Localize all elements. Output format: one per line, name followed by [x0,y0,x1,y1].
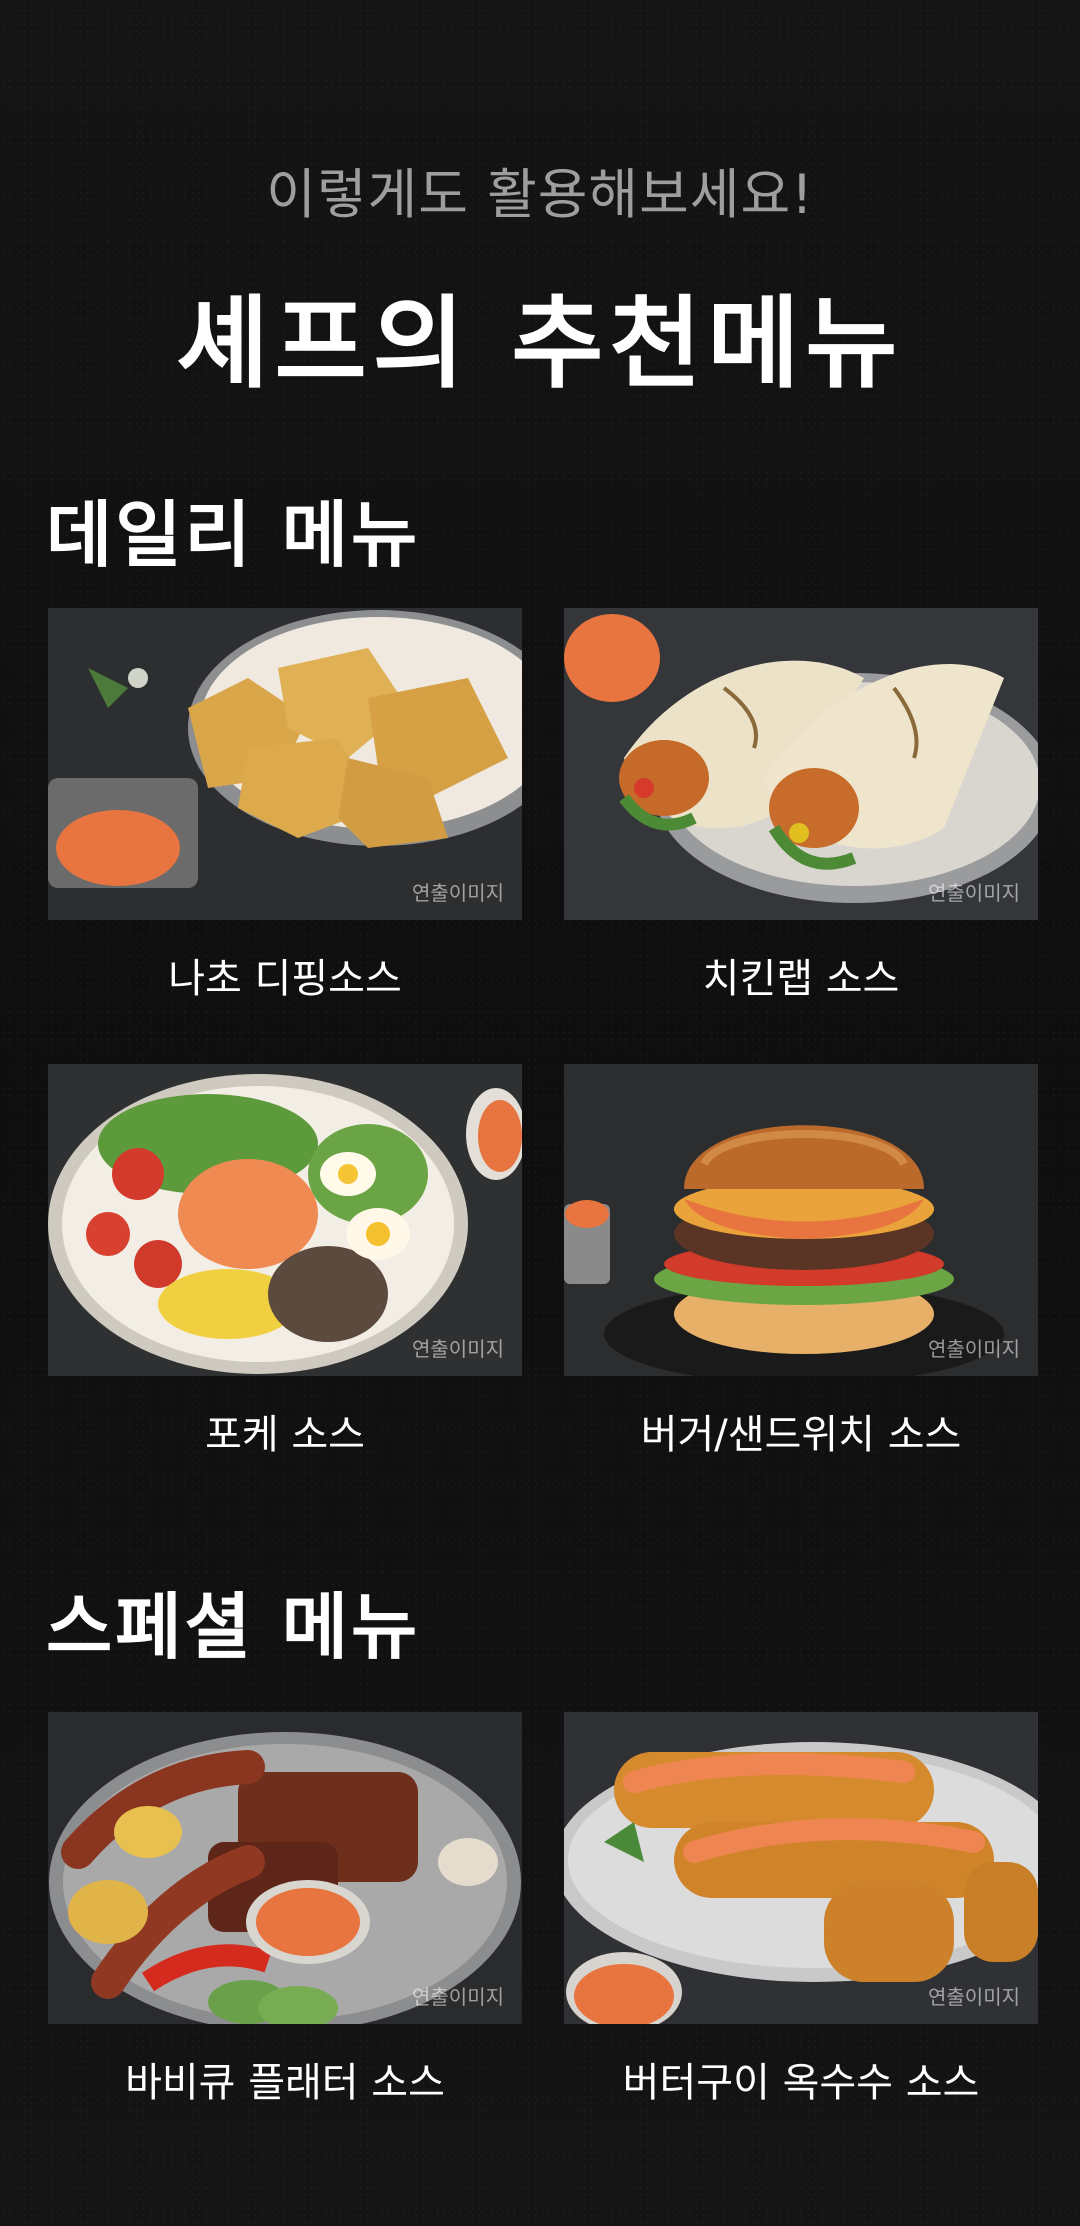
watermark: 연출이미지 [412,1985,504,2009]
watermark: 연출이미지 [928,1337,1020,1361]
poke-photo: 연출이미지 [48,1064,522,1376]
menu-card-nacho: 연출이미지 나초 디핑소스 [48,608,522,1004]
chicken-wrap-caption: 치킨랩 소스 [702,956,900,1002]
poke-caption: 포케 소스 [205,1412,365,1458]
menu-card-burger: 연출이미지 버거/샌드위치 소스 [564,1064,1038,1460]
nacho-caption: 나초 디핑소스 [168,956,402,1002]
menu-card-poke: 연출이미지 포케 소스 [48,1064,522,1460]
watermark: 연출이미지 [928,881,1020,905]
butter-corn-caption: 버터구이 옥수수 소스 [622,2060,980,2106]
menu-card-bbq-platter: 연출이미지 바비큐 플래터 소스 [48,1712,522,2108]
burger-caption: 버거/샌드위치 소스 [640,1412,962,1458]
page-subtitle: 이렇게도 활용해보세요! [266,163,814,226]
bbq-platter-caption: 바비큐 플래터 소스 [125,2060,445,2106]
chicken-wrap-photo: 연출이미지 [564,608,1038,920]
page-title: 셰프의 추천메뉴 [176,285,904,402]
bbq-platter-photo: 연출이미지 [48,1712,522,2024]
watermark: 연출이미지 [412,1337,504,1361]
butter-corn-photo: 연출이미지 [564,1712,1038,2024]
nacho-photo: 연출이미지 [48,608,522,920]
menu-card-chicken-wrap: 연출이미지 치킨랩 소스 [564,608,1038,1004]
special-section-title: 스페셜 메뉴 [46,1585,421,1669]
watermark: 연출이미지 [412,881,504,905]
menu-card-butter-corn: 연출이미지 버터구이 옥수수 소스 [564,1712,1038,2108]
burger-photo: 연출이미지 [564,1064,1038,1376]
daily-section-title: 데일리 메뉴 [46,493,421,577]
watermark: 연출이미지 [928,1985,1020,2009]
